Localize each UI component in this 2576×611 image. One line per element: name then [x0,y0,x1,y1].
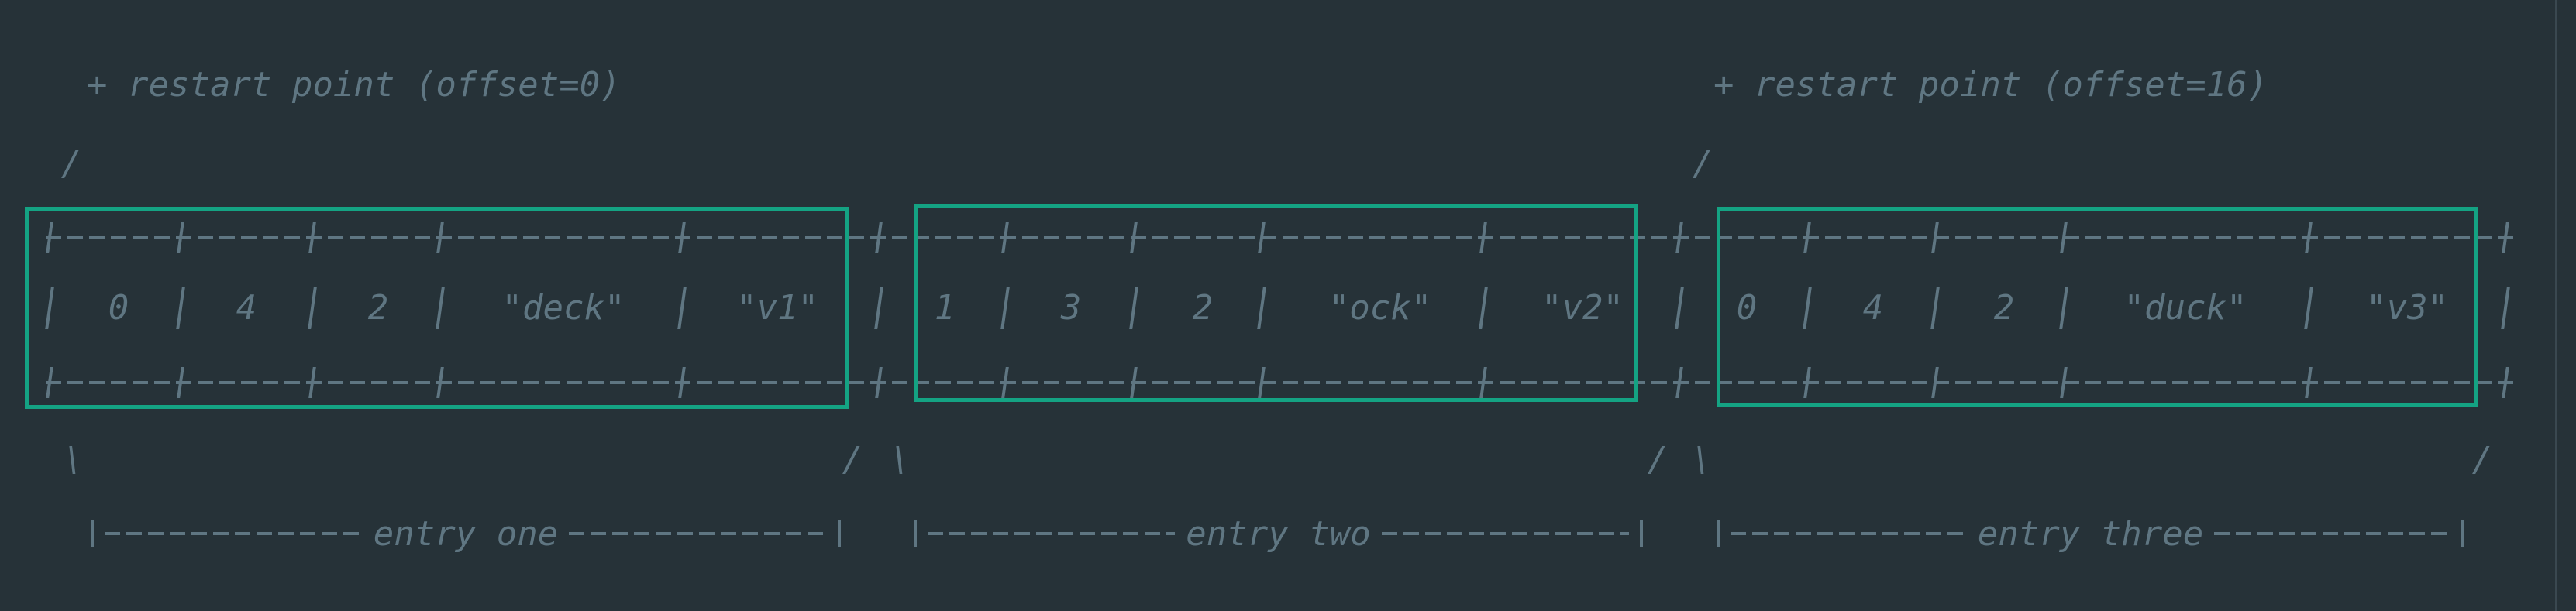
bracket-left: \ [890,440,911,479]
entry-label-text: entry three [1977,513,2204,554]
cell-separator [874,287,883,329]
entry-three-highlight [1717,207,2478,407]
restart-point-label-2: + restart point (offset=16) [1713,65,2268,105]
entry-one-label: entry one [91,513,842,554]
bracket-right: / [1647,440,1669,479]
cell-separator [2501,287,2510,329]
entry-label-text: entry two [1186,513,1371,554]
restart-pointer-2: / [1692,144,1713,184]
restart-pointer-1: / [60,144,82,184]
cell-separator [1675,287,1684,329]
restart-point-label-1: + restart point (offset=0) [87,65,621,105]
entry-two-label: entry two [914,513,1644,554]
entry-one-highlight [25,207,849,409]
panel-edge [2555,0,2557,611]
entry-two-highlight [914,204,1638,402]
entry-label-text: entry one [373,513,559,554]
bracket-right: / [842,440,863,479]
bracket-left: \ [1691,440,1713,479]
bracket-right: / [2471,440,2493,479]
bracket-left: \ [63,440,84,479]
entry-three-label: entry three [1717,513,2464,554]
